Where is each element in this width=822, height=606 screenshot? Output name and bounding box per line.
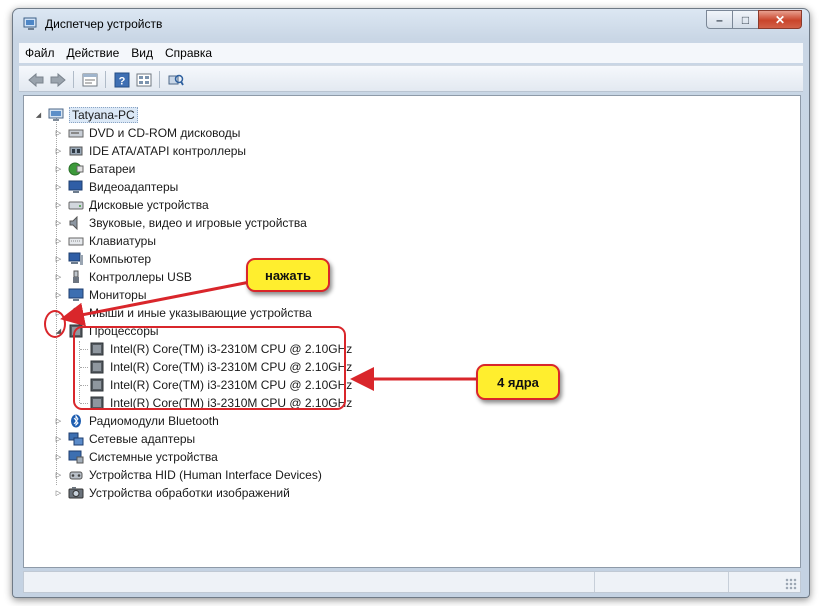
annotation-arrows: [60, 280, 477, 391]
callout-press: нажать: [246, 258, 330, 292]
callout-cores: 4 ядра: [476, 364, 560, 400]
arrow-to-expander: [60, 280, 251, 327]
